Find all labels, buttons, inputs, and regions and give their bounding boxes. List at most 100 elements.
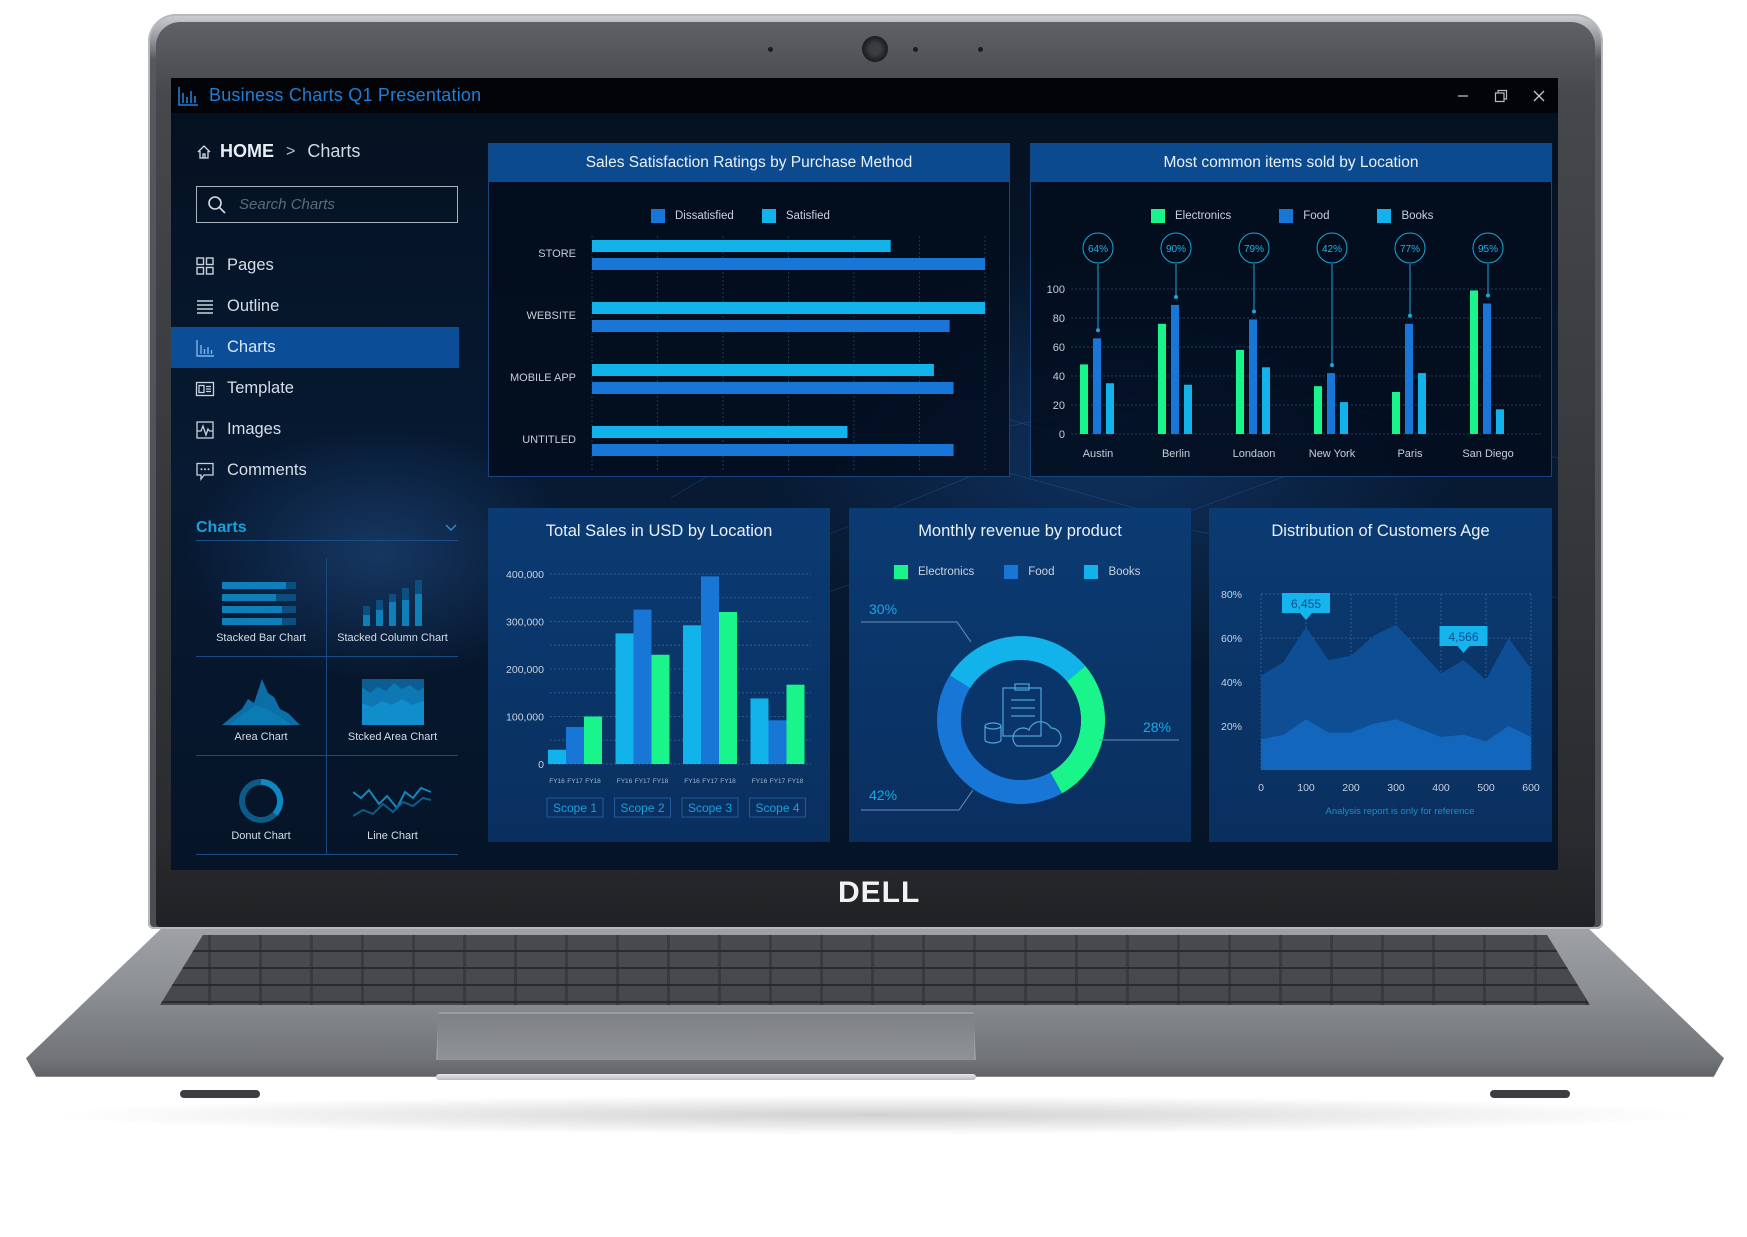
callout-dot <box>1330 363 1334 368</box>
callout-label: 64% <box>1088 244 1108 255</box>
brand-logo: DELL <box>838 876 921 909</box>
sidebar-item-images[interactable]: Images <box>171 409 459 450</box>
search-placeholder: Search Charts <box>239 196 335 213</box>
home-icon[interactable] <box>196 144 212 160</box>
chart-type-stacked-column[interactable]: Stacked Column Chart <box>327 558 458 657</box>
group-label: Scope 3 <box>688 801 732 815</box>
sales-column-chart: 0100,000200,000300,000400,000FY16 FY17 FY1… <box>506 569 811 818</box>
comment-icon <box>196 462 214 481</box>
x-tick-label: Berlin <box>1162 448 1190 460</box>
chart-type-donut[interactable]: Donut Chart <box>196 756 327 855</box>
y-tick-label: 0 <box>1059 429 1065 441</box>
bar-fy18 <box>651 654 670 764</box>
bar-fy16 <box>683 625 701 764</box>
search-input[interactable]: Search Charts <box>196 186 458 223</box>
x-tick-label: 500 <box>1477 782 1495 794</box>
bar-electronics <box>1236 349 1244 434</box>
bar-satisfied <box>592 426 848 438</box>
bar-satisfied <box>592 364 934 376</box>
bar-electronics <box>1158 323 1166 434</box>
bar-electronics <box>1080 364 1088 434</box>
sidebar-item-pages[interactable]: Pages <box>171 245 459 286</box>
callout-dot <box>1408 313 1412 318</box>
laptop-shadow <box>40 1095 1710 1135</box>
category-label: UNTITLED <box>522 434 576 446</box>
laptop-foot <box>1490 1090 1570 1098</box>
sidebar: HOME > Charts Search Charts Pages Outlin… <box>171 113 459 870</box>
sales-satisfaction-panel: Sales Satisfaction Ratings by Purchase M… <box>488 143 1010 477</box>
sidebar-item-comments[interactable]: Comments <box>171 450 459 491</box>
bar-satisfied <box>592 240 891 252</box>
y-tick-label: 0 <box>538 759 544 771</box>
x-tick-label: FY16 <box>617 778 633 785</box>
breadcrumb: HOME > Charts <box>196 141 360 162</box>
chart-type-stacked-area[interactable]: Stcked Area Chart <box>327 657 458 756</box>
y-tick-label: 300,000 <box>506 617 544 629</box>
window-controls <box>1444 78 1558 113</box>
slice-label: 28% <box>1143 719 1171 735</box>
stacked-bar-chart-icon <box>222 582 296 625</box>
x-tick-label: 600 <box>1522 782 1540 794</box>
bar-food <box>1249 319 1257 434</box>
breadcrumb-separator: > <box>286 142 296 160</box>
bar-books <box>1340 402 1348 434</box>
chart-type-label: Area Chart <box>234 731 288 743</box>
close-icon <box>1533 90 1545 101</box>
x-tick-label: San Diego <box>1462 448 1513 460</box>
y-tick-label: 20% <box>1221 721 1242 733</box>
laptop-foot <box>180 1090 260 1098</box>
sidebar-item-outline[interactable]: Outline <box>171 286 459 327</box>
sidebar-item-label: Pages <box>227 256 274 274</box>
y-tick-label: 60% <box>1221 633 1242 645</box>
category-label: MOBILE APP <box>510 372 576 384</box>
bar-books <box>1262 367 1270 434</box>
total-sales-panel: Total Sales in USD by Location 0 100,000 2… <box>488 508 830 842</box>
y-tick-label: 80 <box>1053 313 1065 325</box>
sidebar-item-charts[interactable]: Charts <box>171 327 459 368</box>
bar-books <box>1418 373 1426 434</box>
bar-books <box>1106 383 1114 434</box>
slice-label: 42% <box>869 787 897 803</box>
x-tick-label: FY17 <box>567 778 583 785</box>
horizontal-bar-chart: STORE WEBSITE MOBILE APP UNTITLED <box>510 236 986 472</box>
chevron-down-icon[interactable] <box>444 523 458 533</box>
slice-label: 30% <box>869 601 897 617</box>
sidebar-item-label: Template <box>227 379 294 397</box>
y-tick-label: 60 <box>1053 342 1065 354</box>
grouped-column-chart: 0 20 40 60 80 100 64% Austin 90% Berlin 79% Londaon… <box>1047 232 1541 460</box>
bar-dissatisfied <box>592 382 954 394</box>
x-tick-label: 300 <box>1387 782 1405 794</box>
grid-icon <box>196 256 214 275</box>
breadcrumb-home[interactable]: HOME <box>220 141 274 162</box>
restore-button[interactable] <box>1482 78 1520 113</box>
close-button[interactable] <box>1520 78 1558 113</box>
items-by-location-panel: Most common items sold by Location Elect… <box>1030 143 1552 477</box>
stacked-column-chart-icon <box>362 580 422 626</box>
chart-type-area[interactable]: Area Chart <box>196 657 327 756</box>
callout-label: 77% <box>1400 244 1420 255</box>
callout-line <box>861 621 972 643</box>
callout-dot <box>1174 294 1178 299</box>
x-tick-label: FY16 <box>684 778 700 785</box>
minimize-button[interactable] <box>1444 78 1482 113</box>
sidebar-item-label: Charts <box>227 338 276 356</box>
chart-type-stacked-bar[interactable]: Stacked Bar Chart <box>196 558 327 657</box>
donut-hole <box>961 660 1081 780</box>
laptop-front-lip <box>436 1074 976 1080</box>
sidebar-item-label: Images <box>227 420 282 438</box>
x-tick-label: FY18 <box>788 778 804 785</box>
x-tick-label: FY18 <box>720 778 736 785</box>
callout-pointer <box>1300 613 1312 620</box>
callout-label: 4,566 <box>1448 630 1478 644</box>
bar-chart-icon <box>178 86 198 106</box>
callout-dot <box>1252 309 1256 314</box>
chart-type-gallery: Stacked Bar Chart Stacked Column Chart A… <box>196 558 458 855</box>
bar-fy17 <box>633 609 652 764</box>
chart-type-line[interactable]: Line Chart <box>327 756 458 855</box>
webcam <box>862 36 888 62</box>
sidebar-item-template[interactable]: Template <box>171 368 459 409</box>
bar-dissatisfied <box>592 444 954 456</box>
charts-section-header[interactable]: Charts <box>196 515 458 541</box>
y-tick-label: 40% <box>1221 677 1242 689</box>
search-icon <box>208 195 226 214</box>
